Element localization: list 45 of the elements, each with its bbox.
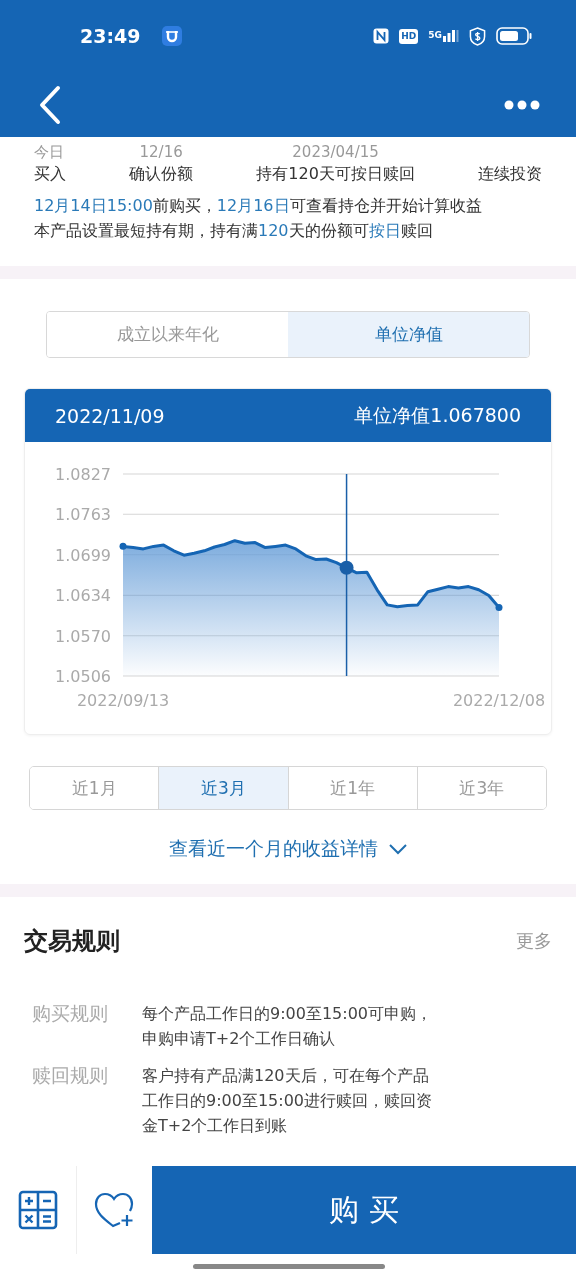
rule-text: 客户持有产品满120天后，可在每个产品工作日的9:00至15:00进行赎回，赎回资金T+2个工作日到账 — [142, 1065, 434, 1137]
view-tab[interactable]: 单位净值 — [288, 312, 529, 357]
signal-indicator: 5G — [428, 30, 459, 42]
x-axis-label: 2022/12/08 — [452, 691, 546, 710]
purchase-note: 本产品设置最短持有期，持有满120天的份额可按日赎回 — [34, 220, 434, 242]
back-button[interactable] — [38, 84, 62, 125]
rule-label: 赎回规则 — [32, 1063, 108, 1088]
period-tab[interactable]: 近3月 — [158, 767, 288, 809]
line-end-dot — [495, 603, 503, 611]
y-axis-label: 1.0827 — [55, 465, 111, 484]
y-axis-label: 1.0506 — [55, 667, 111, 686]
rule-text: 每个产品工作日的9:00至15:00可申购，申购申请T+2个工作日确认 — [142, 1003, 434, 1050]
step-date: 今日 — [34, 143, 64, 162]
buy-button[interactable]: 购 买 — [152, 1166, 576, 1254]
section-title: 交易规则 — [24, 926, 120, 957]
battery-icon — [496, 27, 532, 45]
step-label: 持有120天可按日赎回 — [256, 164, 415, 185]
app-notification-icon — [162, 26, 183, 46]
step-label: 连续投资 — [477, 164, 542, 185]
rule-label: 购买规则 — [32, 1001, 108, 1026]
line-start-dot — [119, 542, 127, 550]
shield-icon — [469, 26, 486, 46]
earnings-details-link[interactable]: 查看近一个月的收益详情 — [168, 836, 408, 862]
nfc-icon — [373, 28, 390, 44]
heart-plus-icon — [93, 1192, 136, 1228]
y-axis-label: 1.0763 — [55, 505, 111, 525]
step-date: 12/16 — [139, 143, 183, 162]
y-axis-label: 1.0570 — [55, 626, 111, 646]
chart-date: 2022/11/09 — [55, 404, 165, 427]
calculator-icon — [18, 1190, 58, 1230]
y-axis-label: 1.0634 — [55, 586, 111, 606]
step-date: 2023/04/15 — [292, 143, 379, 162]
step-label: 确认份额 — [129, 164, 194, 185]
chart-value: 单位净值1.067800 — [354, 402, 521, 428]
purchase-note: 12月14日15:00前购买，12月16日可查看持仓并开始计算收益 — [34, 195, 483, 217]
more-link[interactable]: 更多 — [516, 929, 552, 953]
more-button[interactable] — [504, 99, 540, 110]
y-axis-label: 1.0699 — [55, 545, 111, 565]
crosshair[interactable] — [339, 473, 354, 677]
period-tab[interactable]: 近3年 — [416, 767, 546, 809]
step-label: 买入 — [34, 164, 66, 185]
hd-badge: HD — [399, 28, 419, 44]
status-time: 23:49 — [80, 25, 141, 47]
x-axis-label: 2022/09/13 — [76, 691, 170, 710]
chevron-down-icon — [387, 843, 408, 855]
